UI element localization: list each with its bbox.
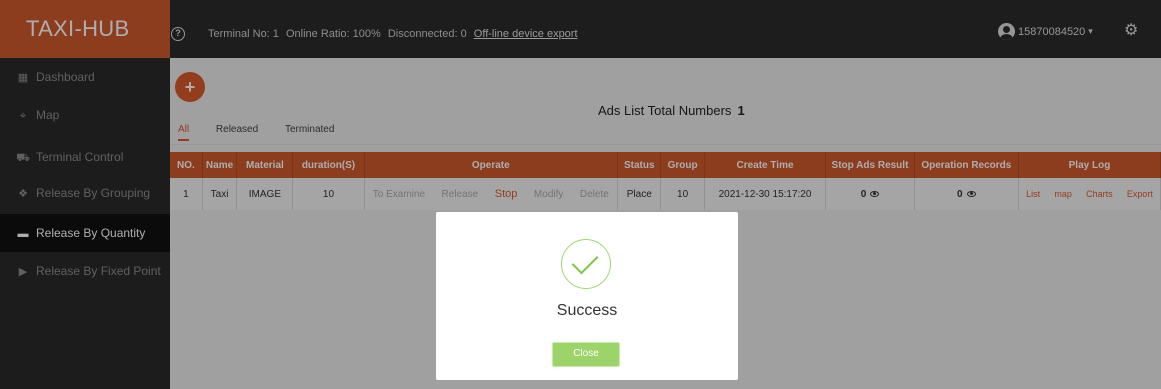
- success-dialog: Success Close: [436, 212, 738, 380]
- success-message: Success: [556, 302, 618, 319]
- close-button[interactable]: Close: [552, 342, 620, 367]
- check-icon: [561, 239, 611, 289]
